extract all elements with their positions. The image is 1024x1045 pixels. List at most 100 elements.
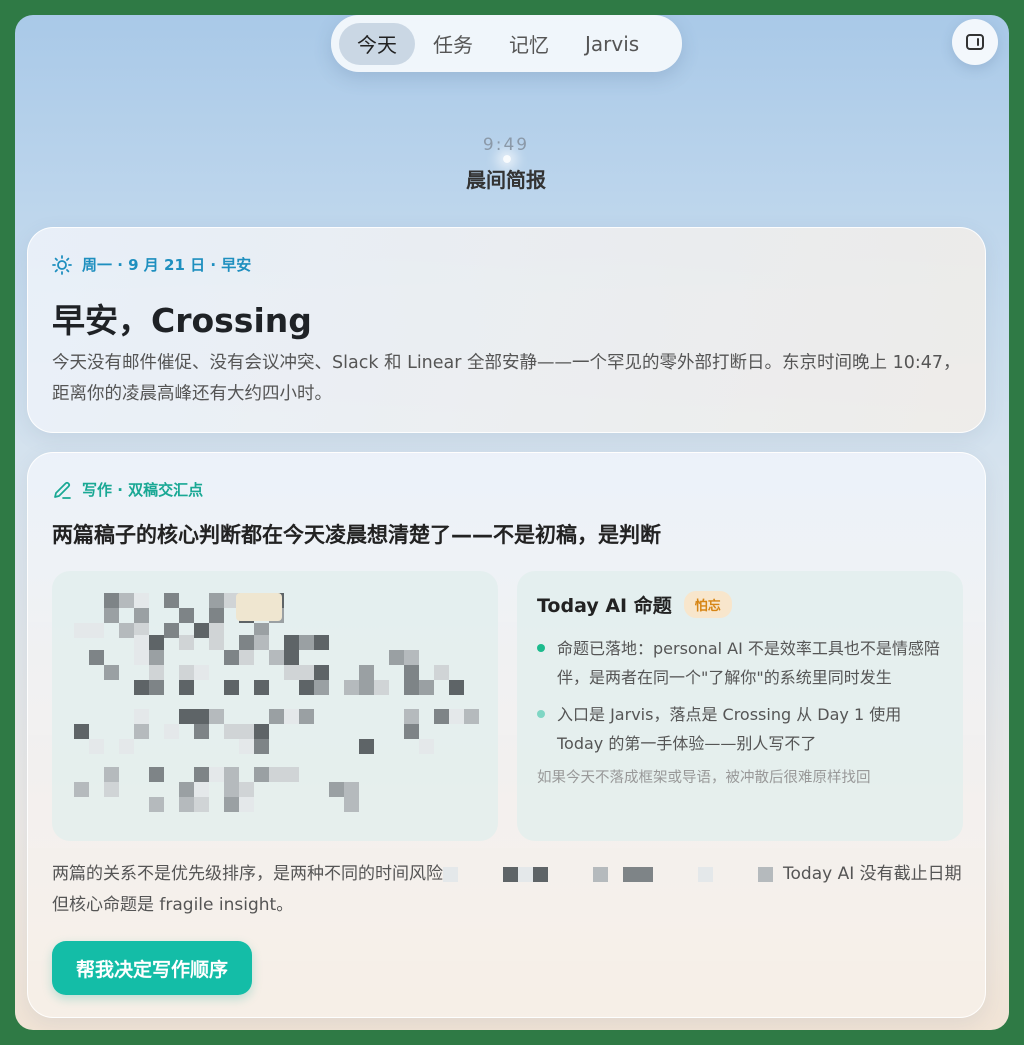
mosaic-block bbox=[194, 709, 209, 724]
mosaic-block bbox=[638, 867, 653, 882]
writing-card: 写作 · 双稿交汇点 两篇稿子的核心判断都在今天凌晨想清楚了——不是初稿，是判断… bbox=[27, 452, 986, 1018]
mosaic-block bbox=[89, 739, 104, 754]
mosaic-block bbox=[179, 635, 194, 650]
pencil-icon bbox=[54, 481, 71, 499]
mosaic-block bbox=[404, 724, 419, 739]
tab-today[interactable]: 今天 bbox=[339, 22, 415, 65]
mosaic-block bbox=[359, 680, 374, 695]
mosaic-block bbox=[284, 709, 299, 724]
mosaic-block bbox=[344, 680, 359, 695]
mosaic-block bbox=[209, 593, 224, 608]
mosaic-block bbox=[254, 724, 269, 739]
mosaic-block bbox=[344, 782, 359, 797]
mosaic-block bbox=[284, 767, 299, 782]
mosaic-block bbox=[434, 665, 449, 680]
mosaic-block bbox=[164, 593, 179, 608]
app-window: 今天 任务 记忆 Jarvis 9:49 晨间简报 周一 · 9 月 21 日 … bbox=[15, 15, 1009, 1030]
mosaic-block bbox=[164, 724, 179, 739]
mosaic-block bbox=[164, 623, 179, 638]
mosaic-block bbox=[239, 797, 254, 812]
mosaic-block bbox=[593, 867, 608, 882]
mosaic-block bbox=[74, 623, 89, 638]
sun-icon bbox=[52, 254, 72, 275]
mosaic-block bbox=[443, 867, 458, 882]
mosaic-block bbox=[134, 635, 149, 650]
mosaic-block bbox=[239, 650, 254, 665]
mosaic-block bbox=[314, 680, 329, 695]
mosaic-block bbox=[389, 650, 404, 665]
mosaic-block bbox=[518, 867, 533, 882]
mosaic-block bbox=[254, 767, 269, 782]
bullet-text: 命题已落地：personal AI 不是效率工具也不是情感陪伴，是两者在同一个"… bbox=[557, 639, 940, 687]
writing-headline: 两篇稿子的核心判断都在今天凌晨想清楚了——不是初稿，是判断 bbox=[52, 523, 661, 547]
mosaic-block bbox=[149, 797, 164, 812]
bullet-dot bbox=[537, 644, 545, 652]
mosaic-block bbox=[464, 709, 479, 724]
bullet-list: 命题已落地：personal AI 不是效率工具也不是情感陪伴，是两者在同一个"… bbox=[537, 634, 943, 758]
toggle-sidebar-button[interactable] bbox=[952, 19, 998, 65]
mosaic-block bbox=[104, 593, 119, 608]
mosaic-block bbox=[149, 650, 164, 665]
mosaic-block bbox=[404, 680, 419, 695]
mosaic-block bbox=[104, 608, 119, 623]
mosaic-block bbox=[209, 635, 224, 650]
today-ai-title: Today AI 命题 bbox=[537, 595, 672, 617]
mosaic-block bbox=[149, 665, 164, 680]
mosaic-block bbox=[503, 867, 518, 882]
mosaic-block bbox=[299, 680, 314, 695]
mosaic-block bbox=[374, 680, 389, 695]
mosaic-block bbox=[119, 739, 134, 754]
mosaic-block bbox=[194, 724, 209, 739]
redacted-inline bbox=[443, 865, 783, 883]
mosaic-block bbox=[269, 650, 284, 665]
mosaic-block bbox=[89, 650, 104, 665]
mosaic-block bbox=[179, 665, 194, 680]
tab-tasks[interactable]: 任务 bbox=[415, 23, 491, 65]
mosaic-block bbox=[179, 782, 194, 797]
decide-writing-order-button[interactable]: 帮我决定写作顺序 bbox=[52, 941, 253, 995]
mosaic-block bbox=[134, 709, 149, 724]
mosaic-block bbox=[194, 767, 209, 782]
mosaic-block bbox=[194, 623, 209, 638]
mosaic-block bbox=[404, 665, 419, 680]
mosaic-block bbox=[194, 665, 209, 680]
mosaic-block bbox=[449, 709, 464, 724]
greeting-title: 早安，Crossing bbox=[52, 301, 312, 340]
mosaic-block bbox=[404, 650, 419, 665]
mosaic-block bbox=[359, 665, 374, 680]
mosaic-block bbox=[179, 797, 194, 812]
mosaic-block bbox=[149, 680, 164, 695]
status-badge: 怕忘 bbox=[683, 591, 732, 618]
sidebar-panel-icon bbox=[966, 34, 984, 50]
mosaic-block bbox=[449, 680, 464, 695]
mosaic-block bbox=[149, 635, 164, 650]
mosaic-block bbox=[236, 593, 282, 621]
mosaic-block bbox=[419, 680, 434, 695]
mosaic-block bbox=[314, 635, 329, 650]
mosaic-block bbox=[194, 782, 209, 797]
top-tab-bar: 今天 任务 记忆 Jarvis bbox=[331, 15, 682, 72]
greeting-summary: 今天没有邮件催促、没有会议冲突、Slack 和 Linear 全部安静——一个罕… bbox=[52, 353, 961, 404]
relation-prefix: 两篇的关系不是优先级排序，是两种不同的时间风险 bbox=[52, 864, 443, 884]
bullet-text: 入口是 Jarvis，落点是 Crossing 从 Day 1 使用 Today… bbox=[557, 705, 902, 753]
mosaic-block bbox=[404, 709, 419, 724]
tab-memory[interactable]: 记忆 bbox=[491, 23, 567, 65]
mosaic-block bbox=[239, 782, 254, 797]
writing-eyebrow: 写作 · 双稿交汇点 bbox=[52, 479, 203, 500]
mosaic-block bbox=[134, 593, 149, 608]
mosaic-block bbox=[89, 623, 104, 638]
mosaic-block bbox=[179, 680, 194, 695]
greeting-card: 周一 · 9 月 21 日 · 早安 早安，Crossing 今天没有邮件催促、… bbox=[27, 227, 986, 433]
mosaic-block bbox=[134, 650, 149, 665]
mosaic-block bbox=[269, 767, 284, 782]
mosaic-block bbox=[269, 709, 284, 724]
mosaic-block bbox=[119, 593, 134, 608]
mosaic-block bbox=[209, 767, 224, 782]
mosaic-block bbox=[104, 767, 119, 782]
mosaic-block bbox=[254, 739, 269, 754]
mosaic-block bbox=[224, 724, 239, 739]
mosaic-block bbox=[179, 608, 194, 623]
mosaic-block bbox=[284, 650, 299, 665]
mosaic-block bbox=[239, 635, 254, 650]
tab-jarvis[interactable]: Jarvis bbox=[567, 23, 657, 65]
